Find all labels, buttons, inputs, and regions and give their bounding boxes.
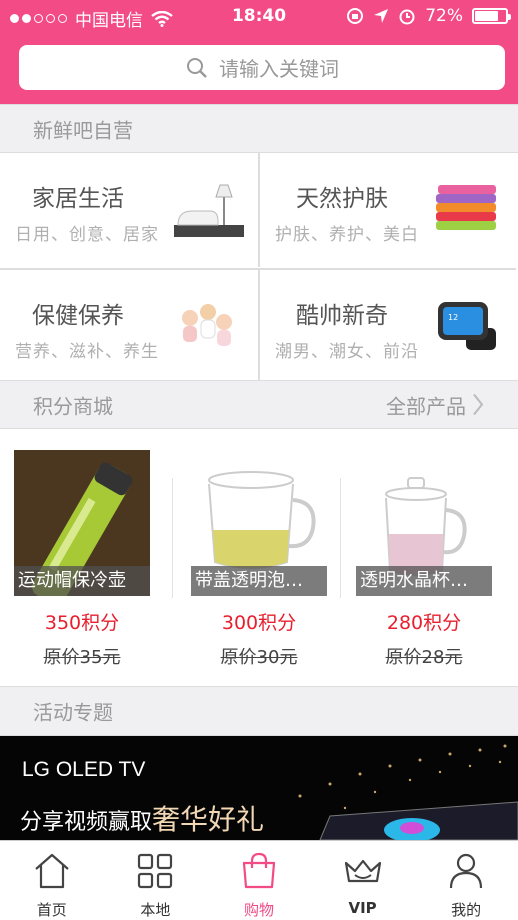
category-sub: 日用、创意、居家 <box>15 225 159 245</box>
category-sub: 潮男、潮女、前沿 <box>275 342 419 362</box>
battery-icon <box>472 8 511 24</box>
product-original-price: 原价35元 <box>43 647 121 668</box>
tab-shopping[interactable]: 购物 <box>207 841 311 920</box>
product-original-price: 原价28元 <box>385 647 463 668</box>
location-icon <box>374 9 389 23</box>
category-cool-gadgets[interactable]: 酷帅新奇 潮男、潮女、前沿 12 <box>258 268 516 382</box>
search-placeholder: 请输入关键词 <box>219 57 339 81</box>
smartwatch-icon: 12 <box>438 302 496 350</box>
header: 中国电信 18:40 72% 请输入关键词 <box>0 0 518 104</box>
chevron-right-icon <box>473 393 484 416</box>
rotation-lock-icon <box>347 8 364 24</box>
product-card[interactable]: 透明水晶杯… 280积分 原价28元 <box>356 450 506 670</box>
category-sub: 营养、滋补、养生 <box>15 342 159 362</box>
user-icon <box>450 853 483 889</box>
product-card[interactable]: 运动帽保冷壶 350积分 原价35元 <box>14 450 164 670</box>
towels-icon <box>436 185 496 230</box>
section-header-points-mall: 积分商城 全部产品 <box>0 380 518 429</box>
home-icon <box>35 853 69 889</box>
section-title: 新鲜吧自营 <box>33 118 133 142</box>
product-points-price: 280积分 <box>386 612 462 634</box>
product-image: 带盖透明泡… <box>191 450 327 596</box>
section-header-fresh: 新鲜吧自营 <box>0 104 518 153</box>
tab-label: 我的 <box>451 901 482 919</box>
product-points-price: 350积分 <box>44 612 120 634</box>
product-image: 透明水晶杯… <box>356 450 492 596</box>
tab-vip[interactable]: VIP <box>311 841 415 920</box>
status-bar: 中国电信 18:40 72% <box>0 0 518 34</box>
tab-local[interactable]: 本地 <box>104 841 208 920</box>
crown-icon <box>344 859 381 883</box>
section-title: 活动专题 <box>33 700 113 725</box>
product-name: 透明水晶杯… <box>356 566 492 596</box>
category-name: 天然护肤 <box>296 186 388 212</box>
grid-icon <box>138 853 173 889</box>
tab-mine[interactable]: 我的 <box>414 841 518 920</box>
tab-label: VIP <box>348 899 377 917</box>
svg-text:12: 12 <box>448 313 458 322</box>
section-header-activity: 活动专题 <box>0 686 518 736</box>
search-icon <box>187 57 207 78</box>
product-card[interactable]: 带盖透明泡… 300积分 原价30元 <box>191 450 341 670</box>
category-home-living[interactable]: 家居生活 日用、创意、居家 <box>0 153 258 267</box>
divider <box>172 478 173 598</box>
view-all-products-link[interactable]: 全部产品 <box>386 390 484 419</box>
alarm-icon <box>399 9 415 25</box>
search-input[interactable]: 请输入关键词 <box>19 45 505 90</box>
tab-label: 购物 <box>243 901 274 919</box>
product-original-price: 原价30元 <box>220 647 298 668</box>
divider <box>340 478 341 598</box>
product-name: 运动帽保冷壶 <box>14 566 150 596</box>
banner-slogan-highlight: 奢华好礼 <box>152 803 265 836</box>
product-image: 运动帽保冷壶 <box>14 450 150 596</box>
product-name: 带盖透明泡… <box>191 566 327 596</box>
category-name: 家居生活 <box>32 186 124 212</box>
tab-home[interactable]: 首页 <box>0 841 104 920</box>
category-natural-skincare[interactable]: 天然护肤 护肤、养护、美白 <box>258 153 516 267</box>
banner-slogan: 分享视频赢取奢华好礼 <box>20 798 264 838</box>
section-title: 积分商城 <box>33 394 113 418</box>
category-health-care[interactable]: 保健保养 营养、滋补、养生 <box>0 268 258 382</box>
category-sub: 护肤、养护、美白 <box>275 225 419 245</box>
view-all-label: 全部产品 <box>386 394 466 418</box>
banner-brand: LG OLED TV <box>22 758 146 781</box>
battery-percent: 72% <box>425 6 463 26</box>
babies-icon <box>182 304 232 346</box>
category-name: 酷帅新奇 <box>296 303 388 329</box>
bottom-tab-bar: 首页 本地 购物 VIP 我的 <box>0 840 518 920</box>
promo-banner[interactable]: LG OLED TV 分享视频赢取奢华好礼 <box>0 736 518 840</box>
sofa-lamp-icon <box>174 184 244 237</box>
banner-slogan-prefix: 分享视频赢取 <box>20 810 153 835</box>
shopping-bag-icon <box>242 852 276 889</box>
tab-label: 首页 <box>36 901 67 919</box>
category-name: 保健保养 <box>32 303 124 329</box>
product-points-price: 300积分 <box>221 612 297 634</box>
tab-label: 本地 <box>140 901 171 919</box>
